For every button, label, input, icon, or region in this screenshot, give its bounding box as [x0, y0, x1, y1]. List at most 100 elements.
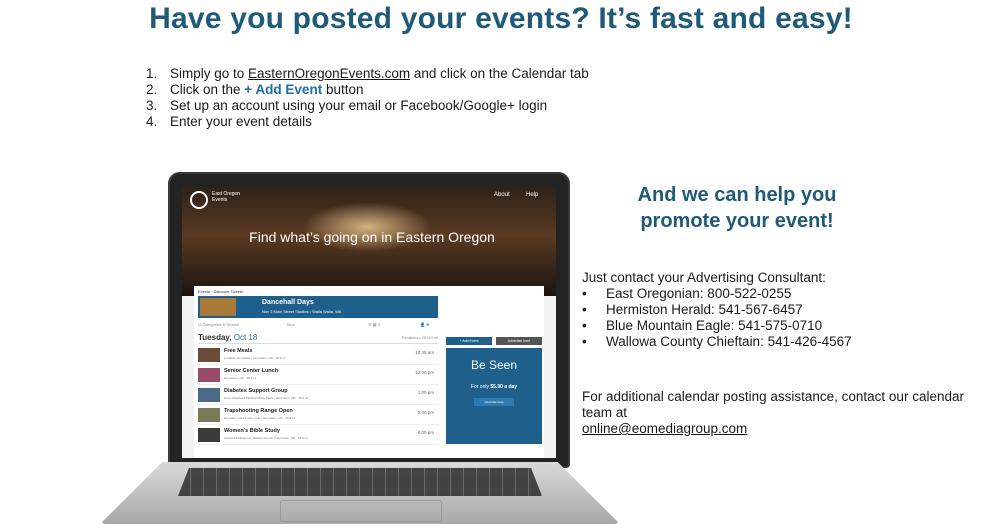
event-thumbnail [198, 368, 220, 382]
event-time: 6:00 pm [417, 430, 434, 435]
contact-item: • Hermiston Herald: 541-567-6457 [582, 302, 992, 318]
bullet: • [582, 334, 587, 349]
filter-row: Q Categories & Search Time ☰ ▦ ⚲ 👤 ✱ [198, 322, 538, 330]
event-thumbnail [198, 428, 220, 442]
event-location: Location: Hermiston | Hermiston, OR · 28… [224, 356, 286, 360]
event-time: 12:00 pm [415, 370, 434, 375]
step-text: Click on the + Add Event button [170, 82, 363, 98]
event-location: Hermiston Rod & Gun Club | Hermiston, OR… [224, 416, 296, 420]
day-date[interactable]: Oct 18 [234, 333, 258, 342]
event-row[interactable]: Free Meals Location: Hermiston | Hermist… [198, 346, 438, 365]
event-name: Trapshooting Range Open [224, 408, 293, 414]
step-item: 2. Click on the + Add Event button [146, 82, 589, 98]
contact-list: • East Oregonian: 800-522-0255 • Hermiston… [582, 286, 992, 350]
event-location: Landmark Missionary Baptist Church | Her… [224, 436, 308, 440]
add-event-highlight: + Add Event [244, 82, 323, 97]
event-row[interactable]: Senior Center Lunch Hermiston, OR · 28.9… [198, 366, 438, 385]
contact-section: Just contact your Advertising Consultant… [582, 270, 992, 350]
step-item: 3. Set up an account using your email or… [146, 98, 589, 114]
event-thumbnail [198, 348, 220, 362]
step-number: 1. [146, 66, 158, 81]
site-logo-icon[interactable] [190, 191, 208, 209]
bullet: • [582, 302, 587, 317]
bullet: • [582, 286, 587, 301]
contact-text: Blue Mountain Eagle: 541-575-0710 [606, 318, 823, 333]
event-time: 1:00 pm [417, 390, 434, 395]
event-location: Hermiston, OR · 28.9 mi [224, 376, 257, 380]
bullet: • [582, 318, 587, 333]
event-name: Diabetes Support Group [224, 388, 288, 394]
be-seen-ad[interactable]: Be Seen For only $5.00 a day Advertise h… [446, 348, 542, 444]
ad-advertise-button[interactable]: Advertise here [474, 398, 514, 406]
event-name: Senior Center Lunch [224, 368, 279, 374]
contact-text: Hermiston Herald: 541-567-6457 [606, 302, 803, 317]
nav-about[interactable]: About [494, 192, 510, 198]
ad-headline: Be Seen [470, 358, 518, 372]
ad-price: For only $5.00 a day [446, 384, 542, 390]
category-search-input[interactable]: Q Categories & Search [198, 322, 239, 327]
breadcrumb[interactable]: Events · Discount Tickets [198, 289, 243, 294]
event-thumbnail [198, 388, 220, 402]
events-panel: Events · Discount Tickets Dancehall Days… [194, 286, 544, 458]
user-icon[interactable]: 👤 ✱ [420, 322, 429, 327]
ad-price-value: $5.00 a day [490, 384, 518, 390]
event-name: Free Meals [224, 348, 253, 354]
step-text: Simply go to EasternOregonEvents.com and… [170, 66, 589, 82]
step-number: 2. [146, 82, 158, 97]
contact-text: Wallowa County Chieftain: 541-426-4567 [606, 334, 852, 349]
featured-event-title: Dancehall Days [262, 299, 314, 306]
featured-event-subtitle: Nov 5 Main Street Studios • Walla Walla,… [262, 309, 342, 314]
featured-event-banner[interactable]: Dancehall Days Nov 5 Main Street Studios… [198, 296, 438, 318]
step-text: Set up an account using your email or Fa… [170, 98, 548, 113]
time-filter[interactable]: Time [286, 322, 295, 327]
event-time: 5:00 pm [417, 410, 434, 415]
step-text-post: and click on the Calendar tab [410, 66, 589, 81]
step-text-pre: Simply go to [170, 66, 249, 81]
page-headline: Have you posted your events? It’s fast a… [149, 2, 853, 35]
step-text-pre: Click on the [170, 82, 245, 97]
laptop-screen: East Oregon Events About Help Find what’… [182, 186, 556, 458]
step-item: 1. Simply go to EasternOregonEvents.com … [146, 66, 589, 82]
laptop-trackpad [280, 500, 442, 522]
site-hero: East Oregon Events About Help Find what’… [182, 186, 556, 296]
contact-item: • East Oregonian: 800-522-0255 [582, 286, 992, 302]
event-row[interactable]: Diabetes Support Group Good Shepherd Med… [198, 386, 438, 405]
contact-item: • Blue Mountain Eagle: 541-575-0710 [582, 318, 992, 334]
ad-price-prefix: For only [470, 384, 491, 390]
step-text: Enter your event details [170, 114, 312, 129]
advertise-here-button[interactable]: Advertise here [496, 337, 542, 345]
event-row[interactable]: Trapshooting Range Open Hermiston Rod & … [198, 406, 438, 425]
featured-event-image [200, 298, 236, 316]
hero-tagline: Find what’s going on in Eastern Oregon [249, 229, 495, 245]
assistance-section: For additional calendar posting assistan… [582, 389, 992, 437]
laptop-keyboard [178, 468, 542, 496]
nav-help[interactable]: Help [526, 192, 538, 198]
day-name: Tuesday, [198, 333, 232, 342]
step-text-post: button [322, 82, 364, 97]
contact-item: • Wallowa County Chieftain: 541-426-4567 [582, 334, 992, 350]
day-label: Tuesday, Oct 18 [198, 333, 257, 342]
assistance-text: For additional calendar posting assistan… [582, 389, 964, 420]
event-name: Women’s Bible Study [224, 428, 280, 434]
event-time: 10:45 am [415, 350, 434, 355]
add-event-button[interactable]: + Add Event [446, 337, 492, 345]
day-header: Tuesday, Oct 18 Pendleton, OR 20 mi [198, 333, 438, 344]
event-row[interactable]: Women’s Bible Study Landmark Missionary … [198, 426, 438, 445]
list-view-icon[interactable]: ☰ ▦ ⚲ [368, 322, 381, 327]
site-brand: East Oregon Events [212, 191, 241, 203]
event-location: Good Shepherd Medical Office Plaza | Her… [224, 396, 309, 400]
promo-heading: And we can help you promote your event! [637, 184, 837, 232]
step-number: 3. [146, 98, 158, 113]
step-item: 4. Enter your event details [146, 114, 589, 130]
location-filter[interactable]: Pendleton, OR [402, 335, 428, 340]
laptop-lid: East Oregon Events About Help Find what’… [168, 172, 570, 468]
step-number: 4. [146, 114, 158, 129]
contact-text: East Oregonian: 800-522-0255 [606, 286, 792, 301]
radius-filter[interactable]: 20 mi [428, 335, 438, 340]
steps-list: 1. Simply go to EasternOregonEvents.com … [146, 66, 589, 130]
contact-intro: Just contact your Advertising Consultant… [582, 270, 826, 285]
calendar-team-email-link[interactable]: online@eomediagroup.com [582, 421, 992, 437]
laptop-mockup: East Oregon Events About Help Find what’… [100, 172, 620, 528]
eastern-oregon-events-link[interactable]: EasternOregonEvents.com [248, 66, 410, 81]
event-thumbnail [198, 408, 220, 422]
